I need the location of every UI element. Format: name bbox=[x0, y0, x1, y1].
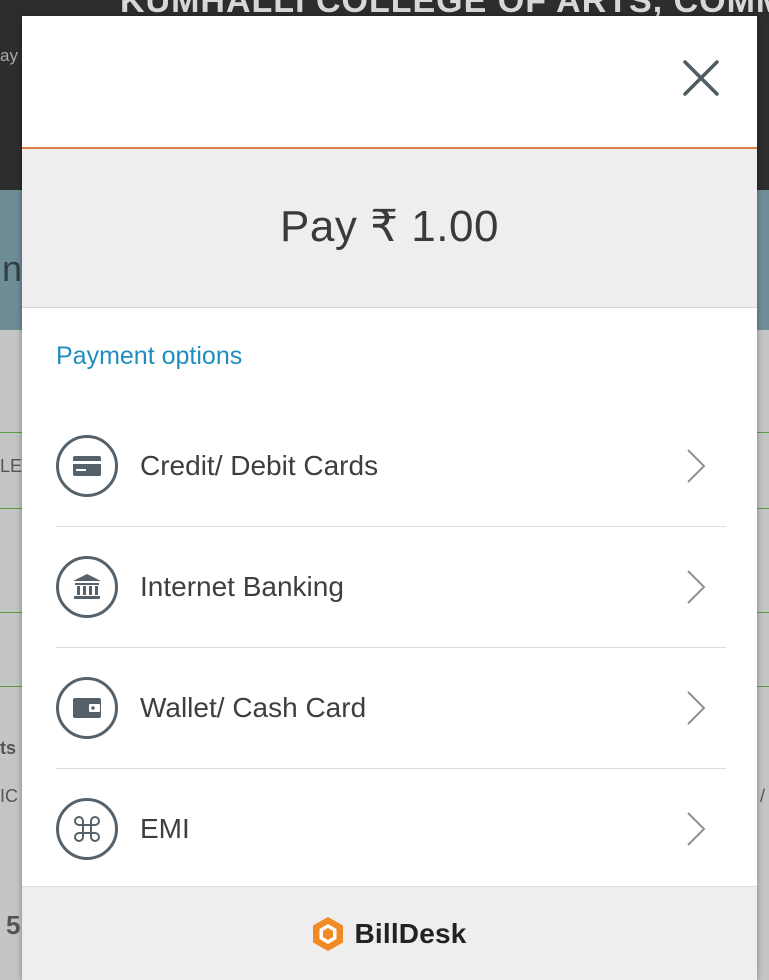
billdesk-logo-icon bbox=[313, 917, 344, 951]
amount-bar: Pay ₹ 1.00 bbox=[22, 149, 757, 308]
close-button[interactable] bbox=[679, 56, 723, 100]
chevron-right-icon bbox=[687, 812, 706, 846]
option-label: Wallet/ Cash Card bbox=[140, 692, 367, 723]
option-credit-debit-cards[interactable]: Credit/ Debit Cards bbox=[56, 406, 726, 527]
bank-icon bbox=[56, 556, 118, 618]
chevron-right-icon bbox=[687, 570, 706, 604]
modal-header bbox=[22, 16, 757, 149]
wallet-icon bbox=[56, 677, 118, 739]
option-emi[interactable]: EMI bbox=[56, 769, 726, 889]
payment-options-list: Credit/ Debit Cards Internet Banking Wal… bbox=[56, 406, 726, 889]
background-fragment: IC bbox=[0, 786, 18, 806]
brand-name: BillDesk bbox=[354, 918, 467, 949]
pay-amount: Pay ₹ 1.00 bbox=[280, 201, 499, 251]
payment-modal: Pay ₹ 1.00 Payment options Credit/ Debit… bbox=[22, 16, 757, 980]
background-fragment: 5 bbox=[6, 910, 21, 940]
chevron-right-icon bbox=[687, 691, 706, 725]
billdesk-brand: BillDesk bbox=[312, 916, 466, 952]
chevron-right-icon bbox=[687, 449, 706, 483]
option-label: Credit/ Debit Cards bbox=[140, 450, 379, 481]
card-icon bbox=[56, 435, 118, 497]
option-label: Internet Banking bbox=[140, 571, 344, 602]
background-left-text: ay bbox=[0, 46, 18, 65]
option-wallet-cash-card[interactable]: Wallet/ Cash Card bbox=[56, 648, 726, 769]
option-internet-banking[interactable]: Internet Banking bbox=[56, 527, 726, 648]
background-fragment: / bbox=[760, 786, 766, 806]
payment-options-title: Payment options bbox=[56, 342, 243, 370]
command-icon bbox=[56, 798, 118, 860]
modal-footer: BillDesk bbox=[22, 886, 757, 980]
background-fragment: ts bbox=[0, 738, 17, 758]
close-icon bbox=[683, 60, 719, 96]
background-fragment: LE bbox=[0, 456, 23, 476]
option-label: EMI bbox=[140, 813, 190, 844]
